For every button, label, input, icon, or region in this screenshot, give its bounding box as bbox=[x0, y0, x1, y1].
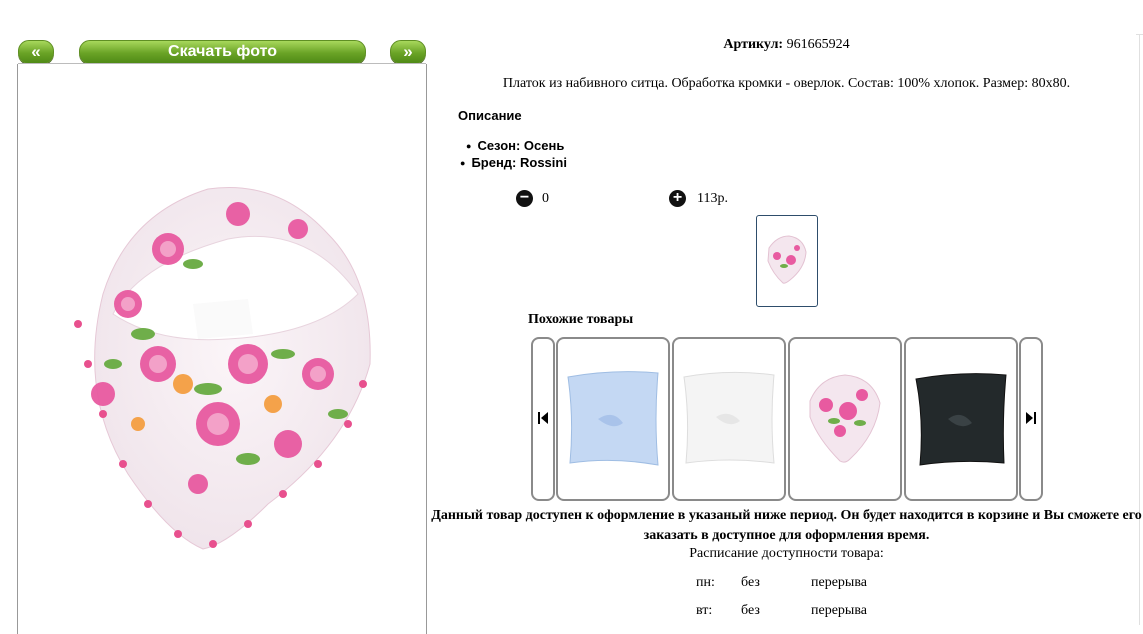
prev-photo-button[interactable]: « bbox=[18, 40, 54, 64]
product-photo[interactable] bbox=[18, 64, 426, 624]
download-photo-button[interactable]: Скачать фото bbox=[79, 40, 366, 64]
similar-item-floral-scarf[interactable] bbox=[788, 337, 902, 501]
carousel-next-button[interactable] bbox=[1019, 337, 1043, 501]
similar-item-black-scarf[interactable] bbox=[904, 337, 1018, 501]
floral-scarf-thumb-image bbox=[809, 374, 881, 463]
floral-scarf-image bbox=[74, 186, 371, 550]
article-line: Артикул: 961665924 bbox=[440, 37, 1133, 53]
next-photo-button[interactable]: » bbox=[390, 40, 426, 64]
black-scarf-image bbox=[915, 373, 1007, 466]
description-section-title: Описание bbox=[458, 108, 522, 123]
schedule-from: без bbox=[741, 603, 760, 618]
similar-products-title: Похожие товары bbox=[528, 312, 634, 327]
article-label: Артикул: bbox=[723, 37, 784, 52]
product-description: Платок из набивного ситца. Обработка кро… bbox=[502, 76, 1071, 91]
property-brand: Бренд: Rossini bbox=[460, 155, 567, 172]
article-value: 961665924 bbox=[786, 37, 850, 52]
carousel-prev-button[interactable] bbox=[531, 337, 555, 501]
schedule-to: перерыва bbox=[811, 603, 867, 618]
blue-scarf-image bbox=[567, 371, 659, 466]
thumbnail-scarf-icon bbox=[767, 235, 807, 284]
quantity-value: 0 bbox=[542, 191, 549, 206]
content-right-border-top bbox=[1136, 34, 1143, 35]
skip-forward-icon bbox=[1026, 412, 1036, 424]
schedule-day: пн: bbox=[696, 575, 715, 590]
schedule-day: вт: bbox=[696, 603, 713, 618]
price-value: 113р. bbox=[697, 191, 728, 206]
product-properties: Сезон: Осень Бренд: Rossini bbox=[460, 138, 567, 172]
property-season: Сезон: Осень bbox=[460, 138, 567, 155]
white-scarf-image bbox=[683, 371, 775, 464]
product-photo-frame bbox=[17, 64, 427, 634]
similar-item-blue-scarf[interactable] bbox=[556, 337, 670, 501]
similar-item-white-scarf[interactable] bbox=[672, 337, 786, 501]
schedule-title: Расписание доступности товара: bbox=[689, 546, 884, 561]
schedule-from: без bbox=[741, 575, 760, 590]
product-thumbnail[interactable] bbox=[756, 215, 818, 307]
schedule-to: перерыва bbox=[811, 575, 867, 590]
plus-icon[interactable]: + bbox=[669, 190, 686, 207]
skip-back-icon bbox=[538, 412, 548, 424]
availability-notice: Данный товар доступен к оформление в ука… bbox=[431, 508, 1142, 543]
minus-icon[interactable]: − bbox=[516, 190, 533, 207]
